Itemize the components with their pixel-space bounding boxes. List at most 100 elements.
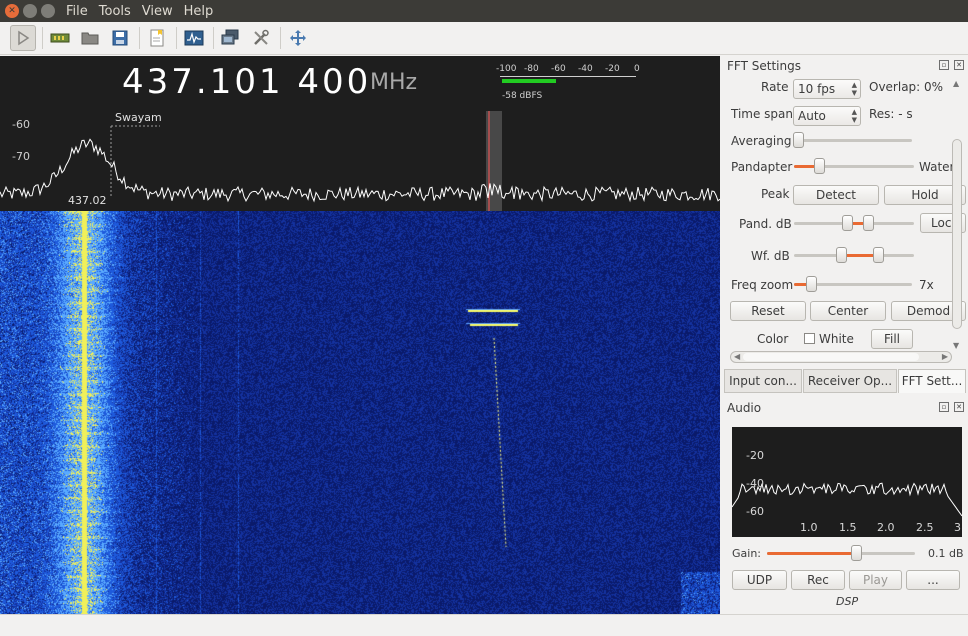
toolbar-separator [176,27,177,49]
fill-button[interactable]: Fill [871,329,913,349]
pandapter-y-label: -70 [12,150,30,163]
audio-y-label: -60 [746,505,764,518]
fft-settings-title: FFT Settings [727,59,801,73]
bookmark-label[interactable]: Swayam [115,111,162,124]
audio-panel: Audio ▫ ✕ -20 -40 -60 1.0 1.5 2.0 2.5 3 … [724,399,968,614]
toolbar-separator [139,27,140,49]
bookmark-icon[interactable] [144,25,170,51]
center-button[interactable]: Center [810,301,886,321]
meter-tick: -60 [551,64,566,74]
tab-input-controls[interactable]: Input con... [724,369,802,393]
wf-db-high-handle[interactable] [873,247,884,263]
rate-combo[interactable]: 10 fps ▲ ▼ [793,79,861,99]
scroll-left-icon[interactable]: ◀ [734,352,740,361]
frequency-readout[interactable]: 437.101 400 [122,62,371,102]
pandapter-slider-handle[interactable] [814,158,825,174]
wf-db-low-handle[interactable] [836,247,847,263]
vscroll-thumb[interactable] [952,139,962,329]
signal-level-meter: -100 -80 -60 -40 -20 0 -58 dBFS [494,64,644,104]
menu-tools[interactable]: Tools [99,4,131,19]
open-folder-icon[interactable] [77,25,103,51]
pand-db-high-handle[interactable] [863,215,874,231]
status-bar [0,614,968,636]
meter-level-text: -58 dBFS [502,91,543,101]
minimize-window-icon[interactable] [23,4,37,18]
averaging-slider-handle[interactable] [793,132,804,148]
white-label: White [819,332,854,346]
spectrum-trace [0,138,720,203]
color-label: Color [757,332,789,346]
timespan-label: Time span [731,107,794,121]
maximize-window-icon[interactable] [41,4,55,18]
menu-file[interactable]: File [66,4,88,19]
reset-button[interactable]: Reset [730,301,806,321]
network-icon[interactable] [218,25,244,51]
pandapter-plot[interactable]: 437.101 400 MHz -60 -70 Swayam 437.02 -1… [0,56,720,211]
toolbar-separator [213,27,214,49]
sdr-device-icon[interactable] [47,25,73,51]
freq-zoom-label: Freq zoom [731,278,794,292]
audio-y-label: -20 [746,449,764,462]
udp-button[interactable]: UDP [732,570,787,590]
fit-view-icon[interactable] [285,25,311,51]
fft-settings-vscrollbar[interactable]: ▲ ▼ [950,79,964,351]
fft-display-icon[interactable] [181,25,207,51]
meter-tick: -80 [524,64,539,74]
tab-receiver-options[interactable]: Receiver Op... [803,369,897,393]
peak-label: Peak [761,187,790,201]
spin-arrows-icon: ▲ ▼ [851,81,857,97]
waterfall-plot[interactable] [0,211,720,614]
undock-icon[interactable]: ▫ [939,402,949,412]
pand-db-label: Pand. dB [739,217,792,231]
audio-x-label: 2.0 [877,521,895,534]
toolbar-separator [280,27,281,49]
frequency-unit: MHz [370,70,418,95]
save-icon[interactable] [107,25,133,51]
menu-view[interactable]: View [142,4,173,19]
fft-settings-hscrollbar[interactable]: ◀ ▶ [730,351,952,363]
hscroll-thumb[interactable] [743,353,919,361]
menu-bar: ✕ File Tools View Help [0,0,968,22]
play-button[interactable]: Play [849,570,902,590]
gain-label: Gain: [732,547,761,560]
audio-x-label: 1.0 [800,521,818,534]
audio-x-label: 1.5 [839,521,857,534]
detect-button[interactable]: Detect [793,185,879,205]
resolution-label: Res: - s [869,107,913,121]
white-checkbox[interactable] [804,333,815,344]
gain-slider-fill [767,552,857,555]
audio-fft-plot[interactable]: -20 -40 -60 1.0 1.5 2.0 2.5 3 [732,427,962,537]
more-options-button[interactable]: ... [906,570,960,590]
overlap-label: Overlap: 0% [869,80,944,94]
close-window-icon[interactable]: ✕ [5,4,19,18]
audio-spectrum-trace [732,482,962,517]
rate-label: Rate [761,80,789,94]
spectrum-display[interactable]: 437.101 400 MHz -60 -70 Swayam 437.02 -1… [0,56,720,614]
scroll-up-icon[interactable]: ▲ [953,79,959,88]
play-icon[interactable] [10,25,36,51]
rate-value: 10 fps [798,82,836,96]
close-dock-icon[interactable]: ✕ [954,60,964,70]
toolbar [0,22,968,55]
tools-icon[interactable] [248,25,274,51]
menu-help[interactable]: Help [184,4,214,19]
frequency-axis-label: 437.02 [68,194,107,207]
pand-db-low-handle[interactable] [842,215,853,231]
scroll-down-icon[interactable]: ▼ [953,341,959,350]
meter-tick: -20 [605,64,620,74]
gain-slider-handle[interactable] [851,545,862,561]
audio-x-label: 3 [954,521,961,534]
rec-button[interactable]: Rec [791,570,845,590]
tab-fft-settings[interactable]: FFT Sett... [898,369,966,393]
averaging-label: Averaging [731,134,792,148]
audio-title: Audio [727,401,762,415]
averaging-slider[interactable] [794,139,912,142]
audio-y-label: -40 [746,477,764,490]
toolbar-separator [42,27,43,49]
undock-icon[interactable]: ▫ [939,60,949,70]
meter-level-bar [502,79,556,83]
scroll-right-icon[interactable]: ▶ [942,352,948,361]
close-dock-icon[interactable]: ✕ [954,402,964,412]
timespan-combo[interactable]: Auto ▲ ▼ [793,106,861,126]
freq-zoom-slider-handle[interactable] [806,276,817,292]
